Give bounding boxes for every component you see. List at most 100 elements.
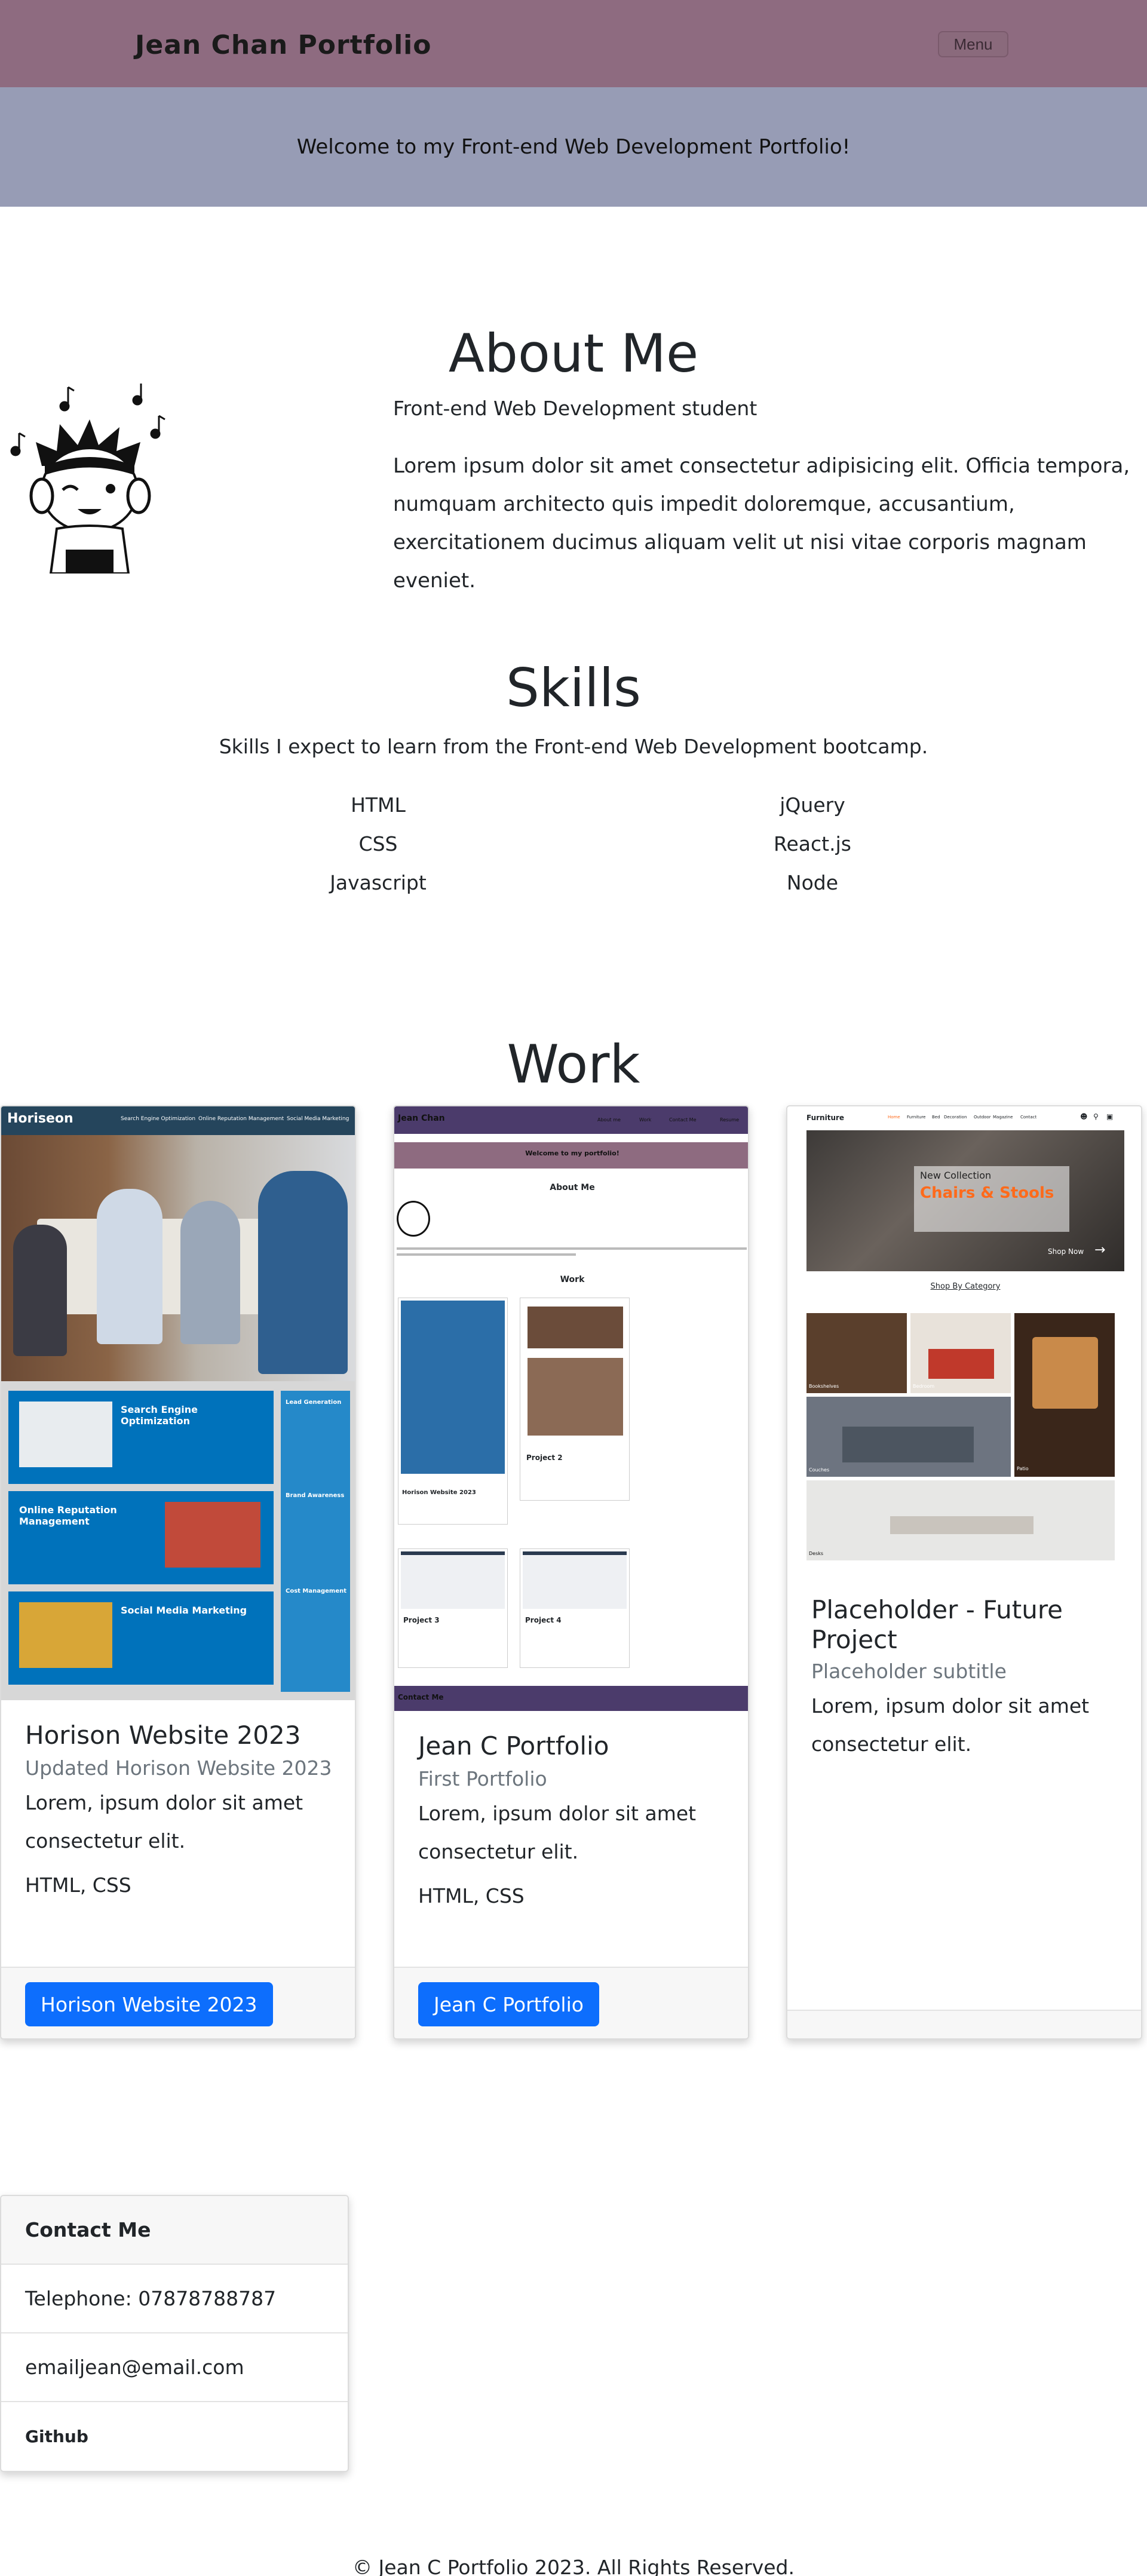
preview-nav-item: Online Reputation Management [198, 1116, 284, 1122]
preview-avatar [397, 1201, 430, 1237]
skill-item: Node [786, 871, 839, 894]
preview-category-tile: Couches [806, 1397, 1011, 1477]
preview-brand: Furniture [806, 1114, 845, 1122]
project-card: Jean Chan About me Work Contact Me Resum… [393, 1105, 749, 2040]
skill-item: jQuery [780, 793, 845, 817]
project-link-button[interactable]: Horison Website 2023 [25, 1982, 273, 2026]
preview-brand: Jean Chan [398, 1114, 445, 1123]
skill-item: Javascript [330, 871, 427, 894]
card-subtitle: First Portfolio [418, 1767, 547, 1790]
preview-sidebar: Lead Generation Brand Awareness Cost Man… [281, 1391, 350, 1692]
menu-button[interactable]: Menu [938, 31, 1008, 57]
preview-welcome-text: Welcome to my portfolio! [525, 1149, 619, 1157]
preview-category-heading: Shop By Category [930, 1282, 1001, 1291]
preview-hero-banner: New Collection Chairs & Stools Shop Now … [806, 1130, 1124, 1271]
preview-category-label: Couches [809, 1467, 830, 1473]
preview-nav-item: Home [888, 1115, 900, 1120]
preview-project-title: Horison Website 2023 [402, 1489, 476, 1496]
preview-hero-photo [1, 1135, 355, 1381]
preview-footer: Contact Me [394, 1686, 748, 1711]
preview-side-item: Cost Management [286, 1588, 347, 1594]
card-footer: Horison Website 2023 [1, 1967, 355, 2038]
preview-user-icon: ☻ [1080, 1112, 1088, 1121]
preview-nav-item: Furniture [907, 1115, 926, 1120]
card-title: Jean C Portfolio [418, 1731, 609, 1761]
preview-project-card: Horison Website 2023 [398, 1298, 508, 1525]
preview-footer-text: Contact Me [398, 1693, 444, 1701]
project-screenshot[interactable]: Furniture Home Furniture Bed Decoration … [787, 1106, 1141, 1602]
preview-category-tile: Bookshelves [806, 1313, 907, 1393]
hero-text: Welcome to my Front-end Web Development … [296, 135, 851, 159]
preview-shop-link: Shop Now [1048, 1247, 1084, 1256]
preview-search-icon: ⚲ [1093, 1112, 1099, 1121]
preview-block-title: Online Reputation Management [19, 1504, 117, 1527]
avatar-illustration [10, 384, 165, 574]
preview-nav-item: Contact [1020, 1115, 1037, 1120]
preview-category-label: Desks [809, 1551, 824, 1556]
preview-about-title: About Me [550, 1183, 595, 1192]
preview-nav-item: Social Media Marketing [287, 1116, 349, 1122]
preview-headline: Chairs & Stools [920, 1184, 1054, 1202]
preview-side-item: Lead Generation [286, 1399, 342, 1406]
contact-email[interactable]: emailjean@email.com [1, 2333, 348, 2402]
preview-nav-item: Contact Me [669, 1117, 697, 1123]
preview-nav-item: Work [639, 1117, 652, 1123]
skill-item: HTML [351, 793, 406, 817]
site-brand[interactable]: Jean Chan Portfolio [135, 30, 431, 60]
preview-project-title: Project 4 [525, 1616, 562, 1624]
card-text: Lorem, ipsum dolor sit amet consectetur … [811, 1694, 1090, 1756]
card-footer: Jean C Portfolio [394, 1967, 748, 2038]
skills-title: Skills [505, 657, 641, 719]
about-subtitle: Front-end Web Development student [393, 397, 757, 420]
card-text: Lorem, ipsum dolor sit amet consectetur … [25, 1791, 303, 1853]
preview-category-label: Bookshelves [809, 1384, 839, 1389]
card-text: Lorem, ipsum dolor sit amet consectetur … [418, 1802, 697, 1863]
card-title: Horison Website 2023 [25, 1721, 301, 1750]
contact-telephone[interactable]: Telephone: 07878788787 [1, 2265, 348, 2333]
preview-header: Horiseon Search Engine Optimization Onli… [1, 1106, 355, 1135]
preview-project-card: Project 3 [398, 1548, 508, 1668]
page-footer: © Jean C Portfolio 2023. All Rights Rese… [352, 2556, 795, 2576]
preview-project-title: Project 3 [403, 1616, 440, 1624]
preview-category-label: Patio [1017, 1466, 1029, 1471]
preview-nav-item: Search Engine Optimization [121, 1116, 196, 1122]
preview-block-title: Search Engine Optimization [121, 1404, 198, 1427]
about-title: About Me [448, 323, 699, 384]
card-subtitle: Placeholder subtitle [811, 1660, 1007, 1683]
preview-nav-item: Decoration [944, 1115, 967, 1120]
project-screenshot[interactable]: Horiseon Search Engine Optimization Onli… [1, 1106, 355, 1700]
contact-card: Contact Me Telephone: 07878788787 emailj… [0, 2195, 349, 2472]
preview-project-card: Project 4 [520, 1548, 630, 1668]
preview-category-tile: Bedroom [910, 1313, 1011, 1393]
preview-block: Online Reputation Management [8, 1491, 274, 1584]
navbar: Jean Chan Portfolio Menu [0, 0, 1147, 87]
preview-block: Search Engine Optimization [8, 1391, 274, 1484]
preview-nav-item: Resume [720, 1117, 740, 1123]
project-link-button[interactable]: Jean C Portfolio [418, 1982, 599, 2026]
preview-cart-icon: ▣ [1106, 1112, 1114, 1121]
preview-block: Social Media Marketing [8, 1591, 274, 1685]
preview-collection: New Collection [920, 1170, 992, 1181]
preview-logo: Horiseon [7, 1111, 73, 1126]
skill-item: React.js [774, 832, 851, 855]
about-body: Lorem ipsum dolor sit amet consectetur a… [393, 454, 1130, 593]
project-screenshot[interactable]: Jean Chan About me Work Contact Me Resum… [394, 1106, 748, 1711]
preview-side-item: Brand Awareness [286, 1492, 345, 1499]
card-title: Placeholder - Future Project [811, 1595, 1063, 1654]
github-link[interactable]: Github [1, 2402, 348, 2471]
preview-nav-item: Bed [932, 1115, 940, 1120]
preview-category-tile: Patio [1014, 1313, 1115, 1477]
hero-banner: Welcome to my Front-end Web Development … [0, 87, 1147, 207]
preview-block-title: Social Media Marketing [121, 1605, 247, 1616]
project-card: Furniture Home Furniture Bed Decoration … [786, 1105, 1142, 2040]
preview-nav-item: About me [597, 1117, 621, 1123]
preview-welcome: Welcome to my portfolio! [394, 1142, 748, 1169]
preview-work-title: Work [560, 1275, 585, 1284]
work-title: Work [507, 1034, 640, 1095]
skills-intro: Skills I expect to learn from the Front-… [219, 735, 928, 758]
contact-title: Contact Me [1, 2196, 348, 2265]
preview-nav-item: Outdoor [974, 1115, 991, 1120]
preview-project-card: Project 2 [520, 1298, 630, 1501]
card-footer [787, 2010, 1141, 2038]
preview-project-title: Project 2 [526, 1453, 563, 1462]
